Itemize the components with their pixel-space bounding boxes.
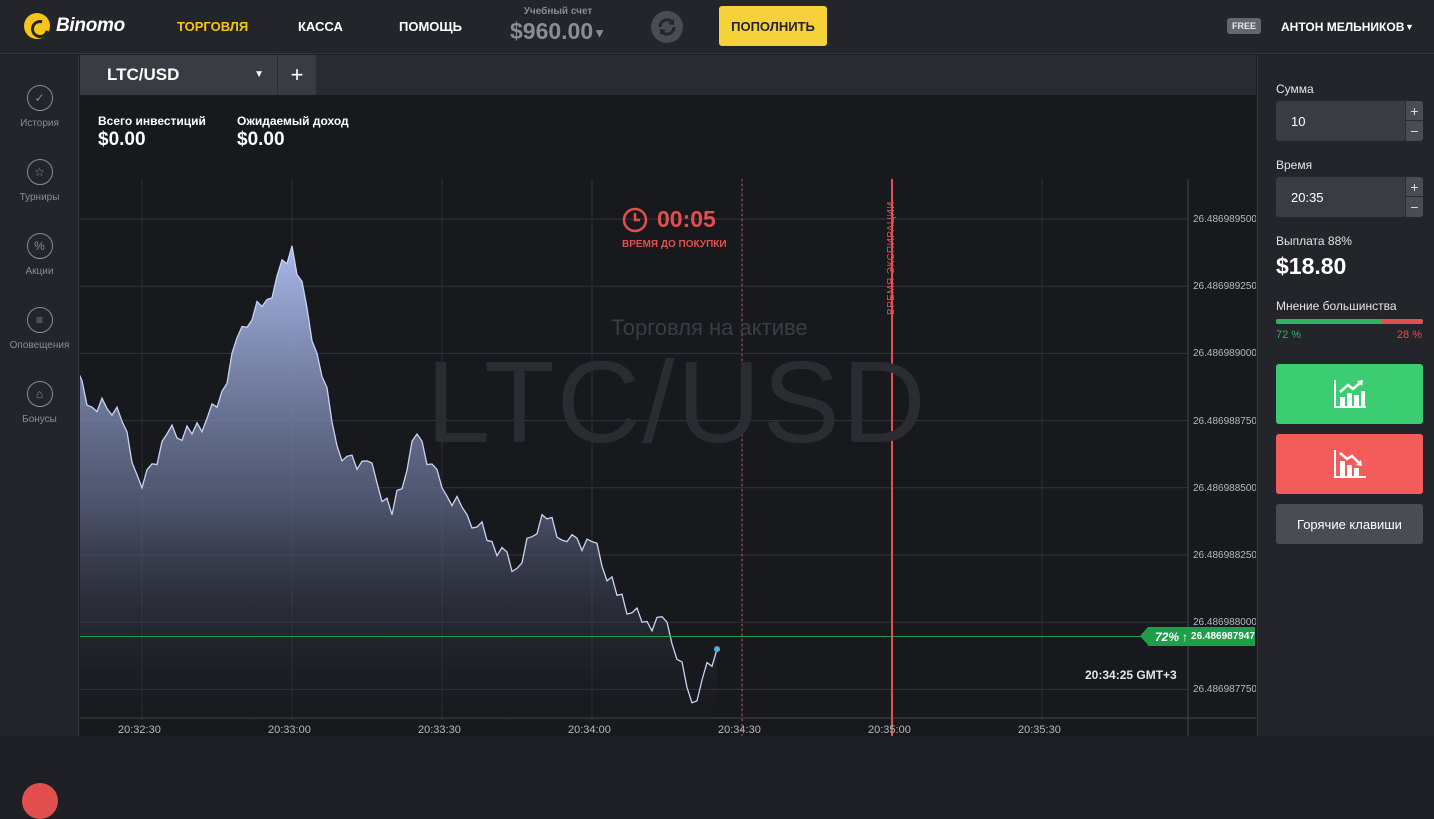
free-badge: FREE bbox=[1227, 18, 1262, 34]
asset-tab-bar: LTC/USD ▼ + bbox=[80, 55, 1256, 95]
account-type-label: Учебный счет bbox=[523, 6, 593, 17]
price-tick: 26.486989250 bbox=[1193, 281, 1256, 292]
total-investments: Всего инвестиций $0.00 bbox=[98, 114, 206, 151]
time-field[interactable]: 20:35 + − bbox=[1276, 177, 1423, 217]
nav-trading[interactable]: ТОРГОВЛЯ bbox=[177, 19, 248, 34]
chevron-down-icon: ▼ bbox=[593, 25, 606, 41]
username[interactable]: АНТОН МЕЛЬНИКОВ bbox=[1281, 20, 1404, 34]
arrow-up-icon: ↑ bbox=[1182, 629, 1189, 644]
sentiment-down-percent: 28 % bbox=[1396, 329, 1422, 341]
expiry-label: ВРЕМЯ ЭКСПИРАЦИИ bbox=[886, 201, 897, 315]
current-price-tag: 72% ↑ 26.486987947 bbox=[1140, 627, 1255, 646]
price-tick: 26.486989000 bbox=[1193, 348, 1256, 359]
sidebar-item-label: История bbox=[20, 118, 59, 129]
sentiment-bar bbox=[1276, 319, 1423, 324]
time-tick: 20:34:00 bbox=[568, 724, 611, 736]
chevron-down-icon[interactable]: ▼ bbox=[254, 69, 264, 80]
sidebar-item-label: Оповещения bbox=[9, 340, 70, 351]
add-tab-button[interactable]: + bbox=[278, 55, 316, 95]
expected-income-value: $0.00 bbox=[237, 129, 285, 150]
percent-icon: % bbox=[26, 233, 53, 259]
chart-up-icon bbox=[1333, 380, 1366, 408]
amount-value: 10 bbox=[1291, 114, 1306, 129]
price-tick: 26.486988750 bbox=[1193, 416, 1256, 427]
account-selector[interactable]: Учебный счет $960.00▼ bbox=[508, 6, 608, 45]
sidebar-item-tournaments[interactable]: ☆ Турниры bbox=[0, 159, 79, 203]
sidebar-item-history[interactable]: ✓ История bbox=[0, 85, 79, 129]
logo-icon bbox=[24, 13, 50, 39]
price-tick: 26.486989500 bbox=[1193, 214, 1256, 225]
asset-tab[interactable]: LTC/USD ▼ bbox=[80, 55, 277, 95]
amount-field[interactable]: 10 + − bbox=[1276, 101, 1423, 141]
expected-income-label: Ожидаемый доход bbox=[237, 114, 349, 128]
logo-text: Binomo bbox=[56, 15, 125, 36]
check-circle-icon: ✓ bbox=[26, 85, 53, 111]
clock-icon bbox=[622, 207, 648, 233]
time-value: 20:35 bbox=[1291, 190, 1324, 205]
time-increase-button[interactable]: + bbox=[1405, 177, 1423, 197]
refresh-icon bbox=[658, 18, 676, 36]
buy-down-button[interactable] bbox=[1276, 434, 1423, 494]
amount-label: Сумма bbox=[1276, 82, 1314, 96]
sentiment-up-percent: 72 % bbox=[1276, 329, 1302, 341]
price-tick: 26.486988500 bbox=[1193, 483, 1256, 494]
current-time: 20:34:25 GMT+3 bbox=[1085, 668, 1177, 682]
chart-down-icon bbox=[1333, 450, 1366, 478]
time-tick: 20:35:00 bbox=[868, 724, 911, 736]
watermark-asset: LTC/USD bbox=[426, 337, 928, 467]
gift-icon: ⌂ bbox=[26, 381, 53, 407]
total-investments-label: Всего инвестиций bbox=[98, 114, 206, 128]
account-balance-value: $960.00 bbox=[509, 18, 594, 44]
nav-help[interactable]: ПОМОЩЬ bbox=[399, 19, 462, 34]
price-tag-value: 26.486987947 bbox=[1191, 631, 1255, 642]
sidebar-item-promotions[interactable]: % Акции bbox=[0, 233, 79, 277]
expected-income: Ожидаемый доход $0.00 bbox=[237, 114, 349, 151]
sentiment-bar-up bbox=[1276, 319, 1382, 324]
account-balance: $960.00▼ bbox=[508, 18, 608, 45]
left-sidebar: ✓ История ☆ Турниры % Акции ≡ Оповещения… bbox=[0, 55, 79, 819]
chat-button[interactable] bbox=[22, 783, 58, 819]
total-investments-value: $0.00 bbox=[98, 129, 146, 150]
logo[interactable]: Binomo bbox=[24, 13, 125, 39]
sidebar-item-notifications[interactable]: ≡ Оповещения bbox=[0, 307, 79, 351]
sidebar-item-label: Бонусы bbox=[22, 414, 57, 425]
time-tick: 20:33:00 bbox=[268, 724, 311, 736]
time-decrease-button[interactable]: − bbox=[1405, 197, 1423, 217]
price-tick: 26.486988250 bbox=[1193, 550, 1256, 561]
sidebar-item-bonuses[interactable]: ⌂ Бонусы bbox=[0, 381, 79, 425]
price-tick: 26.486987750 bbox=[1193, 684, 1256, 695]
time-label: Время bbox=[1276, 158, 1313, 172]
current-price-point bbox=[714, 646, 720, 653]
top-bar: Binomo ТОРГОВЛЯ КАССА ПОМОЩЬ Учебный сче… bbox=[0, 0, 1434, 54]
list-icon: ≡ bbox=[26, 307, 53, 333]
deposit-button[interactable]: ПОПОЛНИТЬ bbox=[719, 6, 827, 46]
price-tag-percent: 72% bbox=[1155, 629, 1180, 644]
sidebar-item-label: Акции bbox=[25, 266, 54, 277]
amount-increase-button[interactable]: + bbox=[1405, 101, 1423, 121]
timer-label: ВРЕМЯ ДО ПОКУПКИ bbox=[622, 239, 727, 250]
buy-up-button[interactable] bbox=[1276, 364, 1423, 424]
amount-decrease-button[interactable]: − bbox=[1405, 121, 1423, 141]
time-tick: 20:35:30 bbox=[1018, 724, 1061, 736]
sidebar-item-label: Турниры bbox=[19, 192, 60, 203]
trade-panel: Сумма 10 + − Время 20:35 + − Выплата 88%… bbox=[1257, 55, 1434, 736]
refresh-button[interactable] bbox=[651, 11, 683, 43]
trophy-icon: ☆ bbox=[26, 159, 53, 185]
sentiment-label: Мнение большинства bbox=[1276, 299, 1397, 313]
time-tick: 20:33:30 bbox=[418, 724, 461, 736]
time-tick: 20:32:30 bbox=[118, 724, 161, 736]
timer-value: 00:05 bbox=[657, 206, 716, 232]
payout-value: $18.80 bbox=[1276, 253, 1347, 279]
nav-cashier[interactable]: КАССА bbox=[298, 19, 343, 34]
payout-label: Выплата 88% bbox=[1276, 234, 1352, 248]
asset-tab-title: LTC/USD bbox=[107, 65, 180, 84]
chart-area[interactable]: Всего инвестиций $0.00 Ожидаемый доход $… bbox=[80, 95, 1256, 736]
time-tick: 20:34:30 bbox=[718, 724, 761, 736]
user-menu-chevron-icon[interactable]: ▼ bbox=[1405, 22, 1414, 32]
hotkeys-button[interactable]: Горячие клавиши bbox=[1276, 504, 1423, 544]
